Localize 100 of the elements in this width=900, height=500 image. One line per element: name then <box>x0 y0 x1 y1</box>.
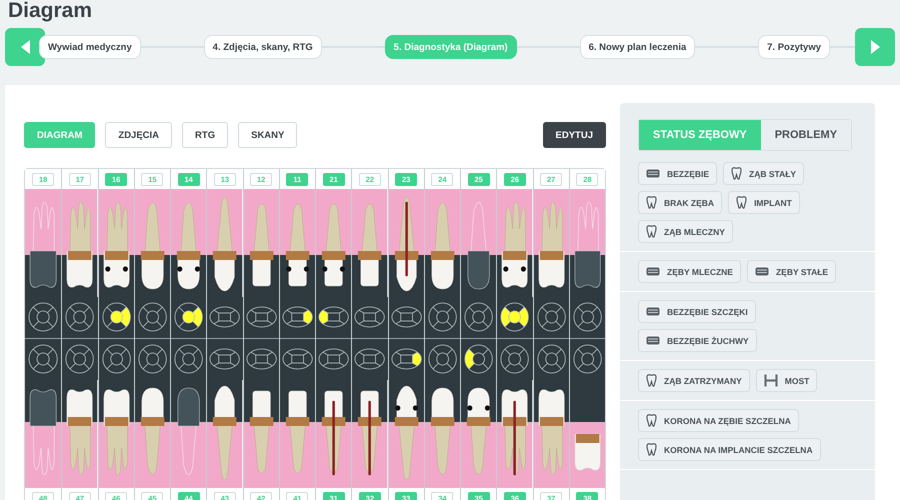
status-option-button[interactable]: BRAK ZĘBA <box>638 191 722 214</box>
dentures-icon <box>646 267 660 276</box>
tooth-drawing[interactable] <box>249 390 273 474</box>
tooth-drawing[interactable] <box>502 202 528 288</box>
tooth-drawing[interactable] <box>286 390 310 474</box>
tooth-surface-diagram[interactable] <box>500 344 529 374</box>
tooth-surface-diagram[interactable] <box>282 306 312 328</box>
panel-tab[interactable]: STATUS ZĘBOWY <box>639 120 761 150</box>
status-option-button[interactable]: KORONA NA ZĘBIE SZCZELNA <box>638 409 799 432</box>
status-option-button[interactable]: ZĘBY STAŁE <box>746 260 836 283</box>
edit-button[interactable]: EDYTUJ <box>542 122 606 148</box>
tooth-icon <box>646 225 657 238</box>
tooth-drawing[interactable] <box>322 390 346 476</box>
tooth-surface-diagram[interactable] <box>428 344 456 374</box>
dentures-icon <box>646 336 660 345</box>
tooth-drawing[interactable] <box>140 202 164 290</box>
tooth-drawing[interactable] <box>466 388 490 475</box>
tooth-drawing[interactable] <box>213 196 237 292</box>
tooth-surface-diagram[interactable] <box>66 302 94 332</box>
gum-area <box>461 189 496 255</box>
tooth-drawing[interactable] <box>358 204 382 286</box>
tooth-drawing[interactable] <box>213 386 237 480</box>
step-tab[interactable]: 6. Nowy plan leczenia <box>580 35 696 59</box>
tooth-surface-diagram[interactable] <box>138 344 166 374</box>
status-option-button[interactable]: KORONA NA IMPLANCIE SZCZELNA <box>638 438 821 461</box>
gum-area <box>570 189 605 255</box>
tooth-surface-diagram[interactable] <box>537 302 566 332</box>
tooth-surface-diagram[interactable] <box>318 306 349 328</box>
right-arrow-icon <box>870 39 880 55</box>
tooth-surface-diagram[interactable] <box>174 344 203 374</box>
tooth-surface-diagram[interactable] <box>28 302 58 332</box>
tooth-drawing[interactable] <box>176 202 200 290</box>
left-arrow-icon <box>20 39 30 55</box>
tooth-surface-diagram[interactable] <box>318 348 349 370</box>
status-option-button[interactable]: MOST <box>756 369 818 392</box>
tooth-surface-diagram[interactable] <box>174 302 203 332</box>
dentures-icon <box>646 307 660 316</box>
status-option-button[interactable]: ZĘBY MLECZNE <box>638 260 741 283</box>
tooth-drawing[interactable] <box>66 389 93 476</box>
tooth-icon <box>731 167 742 180</box>
view-tab[interactable]: RTG <box>182 122 228 148</box>
tooth-drawing[interactable] <box>394 386 418 480</box>
status-option-button[interactable]: BEZZĘBIE SZCZĘKI <box>638 300 756 323</box>
status-option-button[interactable]: BEZZĘBIE ŻUCHWY <box>638 329 757 352</box>
tooth-drawing[interactable] <box>322 204 346 286</box>
tooth-drawing[interactable] <box>358 390 382 476</box>
status-option-button[interactable]: ZĄB MLECZNY <box>638 220 733 243</box>
tooth-surface-diagram[interactable] <box>391 348 422 370</box>
tooth-drawing[interactable] <box>103 389 130 476</box>
tooth-icon <box>646 443 657 456</box>
view-tab[interactable]: ZDJĘCIA <box>105 122 172 148</box>
view-tab[interactable]: SKANY <box>238 122 298 148</box>
tooth-icon <box>646 374 657 387</box>
page-title: Diagram <box>8 0 94 22</box>
bridge-icon <box>764 374 778 387</box>
status-option-button[interactable]: ZĄB ZATRZYMANY <box>638 369 750 392</box>
tooth-surface-diagram[interactable] <box>210 348 240 370</box>
tooth-drawing[interactable] <box>394 196 418 292</box>
tooth-surface-diagram[interactable] <box>282 348 312 370</box>
tooth-drawing[interactable] <box>538 389 564 476</box>
tooth-surface-diagram[interactable] <box>246 306 276 328</box>
tooth-surface-diagram[interactable] <box>102 302 130 332</box>
tooth-surface-diagram[interactable] <box>500 302 529 332</box>
tooth-surface-diagram[interactable] <box>246 348 276 370</box>
gum-area <box>25 189 62 255</box>
tooth-surface-diagram[interactable] <box>391 306 422 328</box>
step-tab[interactable]: 7. Pozytywy <box>758 35 830 59</box>
status-option-button[interactable]: BEZZĘBIE <box>638 162 718 185</box>
tooth-surface-diagram[interactable] <box>464 302 493 332</box>
view-tab[interactable]: DIAGRAM <box>24 122 96 148</box>
tooth-surface-diagram[interactable] <box>354 348 385 370</box>
tooth-drawing[interactable] <box>286 204 310 286</box>
tooth-drawing[interactable] <box>249 204 273 286</box>
step-tab[interactable]: 4. Zdjęcia, skany, RTG <box>204 35 322 59</box>
status-option-button[interactable]: ZĄB STAŁY <box>723 162 804 185</box>
tooth-surface-diagram[interactable] <box>354 306 385 328</box>
tooth-icon <box>736 196 748 209</box>
tooth-icon <box>646 414 657 427</box>
gum-area <box>171 422 206 488</box>
dentures-icon <box>646 169 660 178</box>
tooth-drawing[interactable] <box>66 202 93 288</box>
tooth-surface-diagram[interactable] <box>464 344 493 374</box>
tooth-surface-diagram[interactable] <box>102 344 130 374</box>
tooth-surface-diagram[interactable] <box>573 302 602 332</box>
tooth-surface-diagram[interactable] <box>428 302 456 332</box>
tooth-drawing[interactable] <box>103 202 130 288</box>
tooth-drawing[interactable] <box>502 389 528 476</box>
tooth-surface-diagram[interactable] <box>138 302 166 332</box>
status-option-button[interactable]: IMPLANT <box>728 191 800 214</box>
tooth-drawing[interactable] <box>538 202 564 288</box>
tooth-drawing[interactable] <box>430 388 454 475</box>
tooth-drawing[interactable] <box>430 202 454 290</box>
tooth-surface-diagram[interactable] <box>573 344 602 374</box>
tooth-surface-diagram[interactable] <box>66 344 94 374</box>
tooth-drawing[interactable] <box>140 388 164 475</box>
tooth-surface-diagram[interactable] <box>537 344 566 374</box>
step-tab[interactable]: 5. Diagnostyka (Diagram) <box>384 35 517 59</box>
tooth-surface-diagram[interactable] <box>28 344 58 374</box>
step-tab[interactable]: Wywiad medyczny <box>39 35 141 59</box>
tooth-surface-diagram[interactable] <box>210 306 240 328</box>
